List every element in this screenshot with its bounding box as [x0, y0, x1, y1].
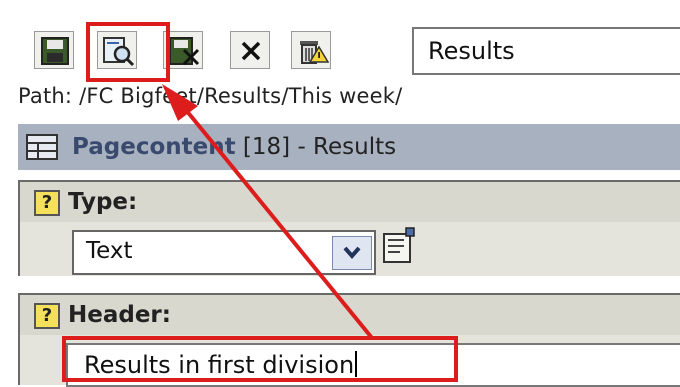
trash-icon — [300, 41, 330, 64]
section-title-rest: [18] - Results — [235, 134, 397, 160]
save-close-icon — [169, 37, 200, 66]
type-label: Type: — [68, 189, 138, 215]
section-header-bar: Pagecontent [18] - Results — [18, 124, 680, 170]
help-icon[interactable]: ? — [34, 190, 60, 216]
save-disk-icon — [41, 37, 69, 65]
type-select[interactable]: Text — [72, 230, 376, 275]
header-field-header: ? Header: — [20, 295, 680, 335]
type-field-block: ? Type: Text — [18, 180, 680, 276]
title-input[interactable]: Results — [412, 27, 680, 75]
close-button[interactable] — [230, 31, 270, 69]
header-label: Header: — [68, 302, 171, 328]
section-title: Pagecontent [18] - Results — [72, 132, 396, 162]
highlight-box-header-input — [62, 336, 458, 382]
chevron-down-icon[interactable] — [332, 236, 372, 270]
type-select-value: Text — [86, 238, 133, 264]
section-title-bold: Pagecontent — [72, 134, 236, 160]
page-content-icon — [26, 134, 58, 160]
highlight-box-view-button — [86, 22, 170, 82]
delete-button[interactable] — [291, 31, 331, 69]
edit-record-icon[interactable] — [380, 226, 422, 266]
close-x-icon — [241, 41, 261, 61]
save-button[interactable] — [34, 31, 74, 69]
help-icon[interactable]: ? — [34, 303, 60, 329]
path-breadcrumb: Path: /FC Bigfeet/Results/This week/ — [18, 84, 403, 108]
type-field-header: ? Type: — [20, 182, 680, 222]
